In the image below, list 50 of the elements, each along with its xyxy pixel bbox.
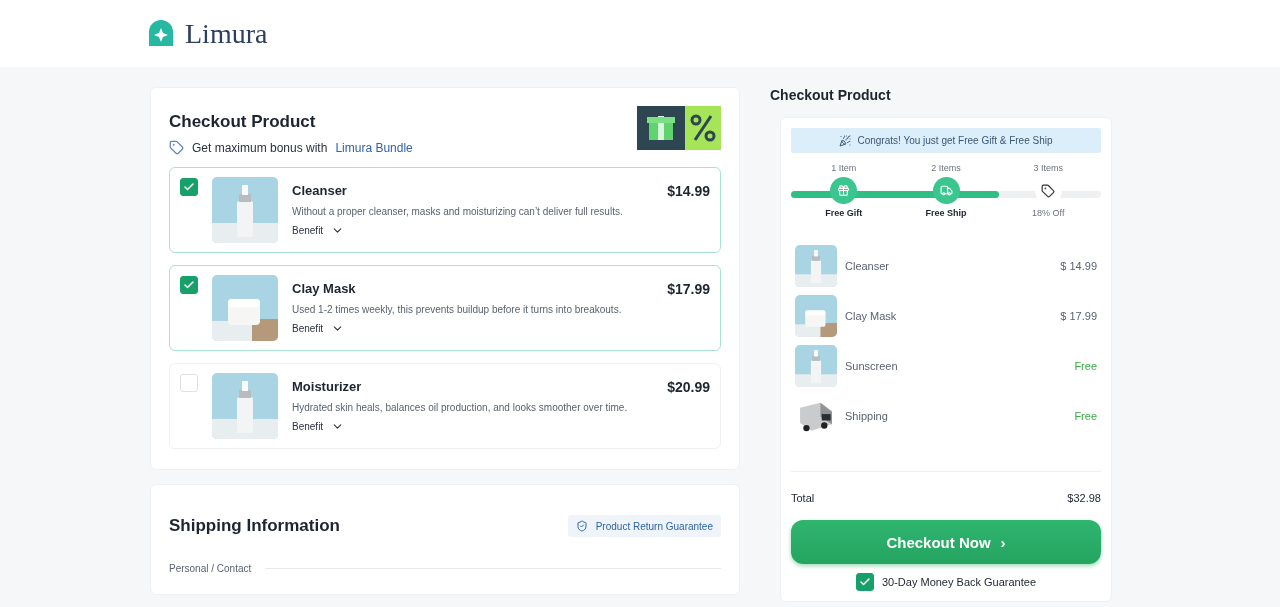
benefit-toggle[interactable]: Benefit	[292, 420, 345, 433]
step-count: 1 Item	[831, 163, 857, 173]
gift-coupon-icon	[637, 106, 721, 150]
product-description: Used 1-2 times weekly, this prevents buildup before it turns into breakouts.	[292, 304, 623, 315]
product-card[interactable]: Cleanser $14.99 Without a proper cleanser, masks and moisturizing can’t deliver full results. Benefit	[169, 167, 721, 253]
line-amount: Free	[1074, 410, 1097, 422]
step-reward: 18% Off	[1032, 208, 1065, 218]
product-name: Clay Mask	[292, 281, 356, 297]
step-reward: Free Ship	[925, 208, 967, 218]
checkbox[interactable]	[180, 178, 198, 196]
checkbox[interactable]	[855, 573, 874, 591]
product-price: $17.99	[667, 281, 710, 297]
bundle-link[interactable]: Limura Bundle	[335, 140, 413, 155]
product-price: $20.99	[667, 379, 710, 395]
logo-icon	[147, 19, 175, 48]
tag-icon	[169, 140, 184, 155]
line-amount: Free	[1074, 360, 1097, 372]
guarantee-text: 30-Day Money Back Guarantee	[881, 575, 1037, 588]
step-count: 2 Items	[931, 163, 961, 173]
check-icon	[183, 181, 195, 193]
total-amount: $32.98	[1067, 492, 1101, 504]
product-name: Moisturizer	[292, 379, 362, 395]
section-title: Checkout Product	[169, 112, 317, 132]
line-name: Cleanser	[845, 260, 891, 272]
product-card[interactable]: Clay Mask $17.99 Used 1-2 times weekly, this prevents buildup before it turns into breakouts. Benefit	[169, 265, 721, 351]
product-description: Hydrated skin heals, balances oil production, and looks smoother over time.	[292, 402, 629, 413]
section-title: Shipping Information	[169, 516, 340, 536]
line-amount: $ 14.99	[1060, 260, 1097, 272]
line-name: Shipping	[845, 410, 889, 422]
step-reward: Free Gift	[825, 208, 863, 218]
bonus-text: Get maximum bonus with	[192, 140, 328, 155]
congrats-banner: Congrats! You just get Free Gift & Free Ship	[791, 128, 1101, 153]
guarantee-badge: Product Return Guarantee	[567, 515, 721, 537]
total-label: Total	[791, 492, 815, 504]
check-icon	[858, 576, 871, 588]
line-amount: $ 17.99	[1060, 310, 1097, 322]
check-icon	[183, 279, 195, 291]
product-name: Cleanser	[292, 183, 347, 199]
product-price: $14.99	[667, 183, 710, 199]
product-card[interactable]: Moisturizer $20.99 Hydrated skin heals, balances oil production, and looks smoother over time. Benefit	[169, 363, 721, 449]
brand-name: Limura	[185, 17, 268, 50]
summary-title: Checkout Product	[770, 87, 892, 103]
line-name: Sunscreen	[845, 360, 899, 372]
product-description: Without a proper cleanser, masks and moisturizing can’t deliver full results.	[292, 206, 624, 217]
checkbox[interactable]	[180, 276, 198, 294]
section-label: Personal / Contact	[169, 563, 252, 574]
step-count: 3 Items	[1033, 163, 1064, 173]
benefit-toggle[interactable]: Benefit	[292, 322, 345, 335]
benefit-toggle[interactable]: Benefit	[292, 224, 345, 237]
line-name: Clay Mask	[845, 310, 898, 322]
